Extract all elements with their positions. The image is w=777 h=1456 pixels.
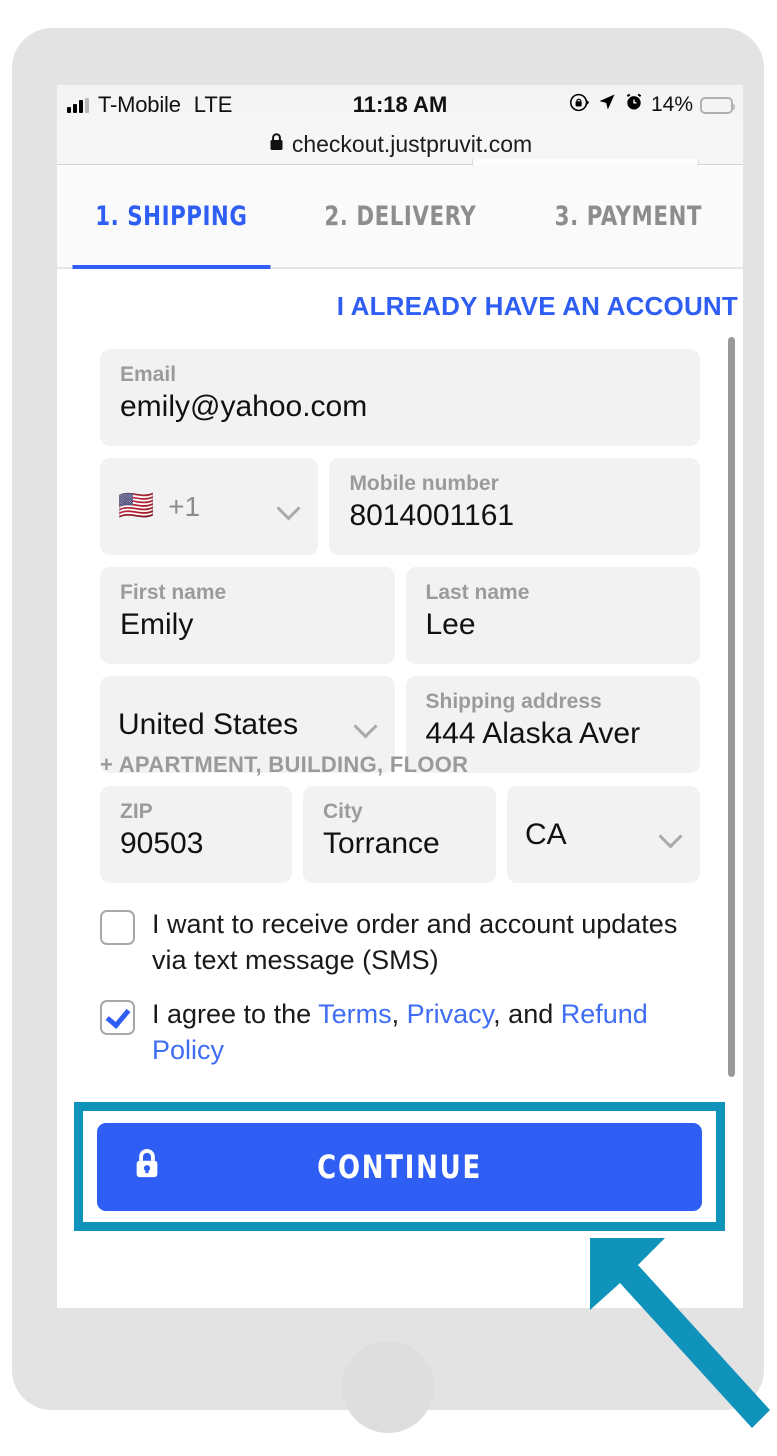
carrier-name: T-Mobile [98,92,181,117]
tab-delivery[interactable]: 2. DELIVERY [299,166,500,267]
email-row: Email emily@yahoo.com [100,349,700,446]
continue-button[interactable]: CONTINUE [97,1123,702,1211]
already-have-account-link[interactable]: I ALREADY HAVE AN ACCOUNT [337,291,738,322]
name-row: First name Emily Last name Lee [100,567,700,664]
home-button[interactable] [342,1341,434,1433]
phone-frame: T-Mobile LTE 11:18 AM 14% checkout.justp… [12,28,764,1433]
network-mode: LTE [193,92,233,117]
location-arrow-icon [597,92,617,118]
phone-screen: T-Mobile LTE 11:18 AM 14% checkout.justp… [57,85,743,1308]
terms-separator-2: , and [493,999,561,1029]
form-fields: Email emily@yahoo.com 🇺🇸 +1 Mobile numbe… [100,349,700,785]
state-select[interactable]: CA [507,786,700,883]
battery-icon [700,96,735,114]
chevron-down-icon [355,718,377,731]
city-label: City [323,800,363,823]
tab-delivery-label: 2. DELIVERY [324,201,476,232]
sms-optin-label: I want to receive order and account upda… [152,909,678,975]
email-label: Email [120,363,177,386]
shipping-address-value: 444 Alaska Aver [425,717,641,751]
tab-shipping[interactable]: 1. SHIPPING [71,166,272,269]
status-bar-right: 14% [569,92,735,119]
status-bar: T-Mobile LTE 11:18 AM 14% [57,85,743,125]
shipping-address-label: Shipping address [425,690,602,713]
last-name-field[interactable]: Last name Lee [405,567,700,664]
mobile-number-field[interactable]: Mobile number 8014001161 [329,458,700,555]
sms-optin-row[interactable]: I want to receive order and account upda… [100,907,710,979]
shipping-form: I ALREADY HAVE AN ACCOUNT Email emily@ya… [57,269,743,1308]
privacy-link[interactable]: Privacy [407,999,494,1029]
lock-icon [132,1148,162,1187]
last-name-label: Last name [425,581,530,604]
terms-agreement-checkbox[interactable] [100,1000,135,1035]
mobile-number-label: Mobile number [349,472,499,495]
status-bar-left: T-Mobile LTE [67,92,232,118]
terms-prefix-text: I agree to the [152,999,319,1029]
country-code-value: +1 [168,490,201,522]
city-field[interactable]: City Torrance [303,786,496,883]
first-name-field[interactable]: First name Emily [100,567,395,664]
url-text: checkout.justpruvit.com [291,131,533,157]
alarm-clock-icon [624,92,644,118]
country-code-select[interactable]: 🇺🇸 +1 [100,458,319,555]
terms-link[interactable]: Terms [318,999,392,1029]
tab-shipping-label: 1. SHIPPING [95,201,248,232]
tab-payment[interactable]: 3. PAYMENT [528,166,729,267]
chevron-down-icon [660,828,682,841]
phone-row: 🇺🇸 +1 Mobile number 8014001161 [100,458,700,555]
email-field[interactable]: Email emily@yahoo.com [100,349,700,446]
tab-payment-label: 3. PAYMENT [555,201,703,232]
sms-optin-checkbox[interactable] [100,910,135,945]
add-apartment-link[interactable]: + APARTMENT, BUILDING, FLOOR [100,752,468,778]
first-name-label: First name [120,581,227,604]
state-value: CA [525,817,567,851]
zip-city-state-row: ZIP 90503 City Torrance CA [100,786,700,883]
mobile-number-value: 8014001161 [349,499,515,533]
city-value: Torrance [323,827,440,861]
battery-percent: 14% [650,93,693,116]
last-name-value: Lee [425,608,476,642]
checkout-step-tabs: 1. SHIPPING 2. DELIVERY 3. PAYMENT [57,166,743,269]
email-value: emily@yahoo.com [120,390,368,424]
zip-label: ZIP [120,800,153,823]
us-flag-icon: 🇺🇸 [118,490,155,522]
lock-icon [268,132,285,157]
rotation-lock-icon [569,92,590,119]
country-value: United States [118,707,299,741]
zip-field[interactable]: ZIP 90503 [100,786,292,883]
continue-button-label: CONTINUE [317,1148,482,1186]
terms-agreement-row[interactable]: I agree to the Terms, Privacy, and Refun… [100,997,710,1069]
chevron-down-icon [278,500,300,513]
page-scrollbar[interactable] [728,337,735,1077]
first-name-value: Emily [120,608,194,642]
signal-bars-icon [67,97,89,113]
terms-agreement-label: I agree to the Terms, Privacy, and Refun… [152,997,710,1069]
terms-separator-1: , [391,999,407,1029]
zip-value: 90503 [120,827,204,861]
